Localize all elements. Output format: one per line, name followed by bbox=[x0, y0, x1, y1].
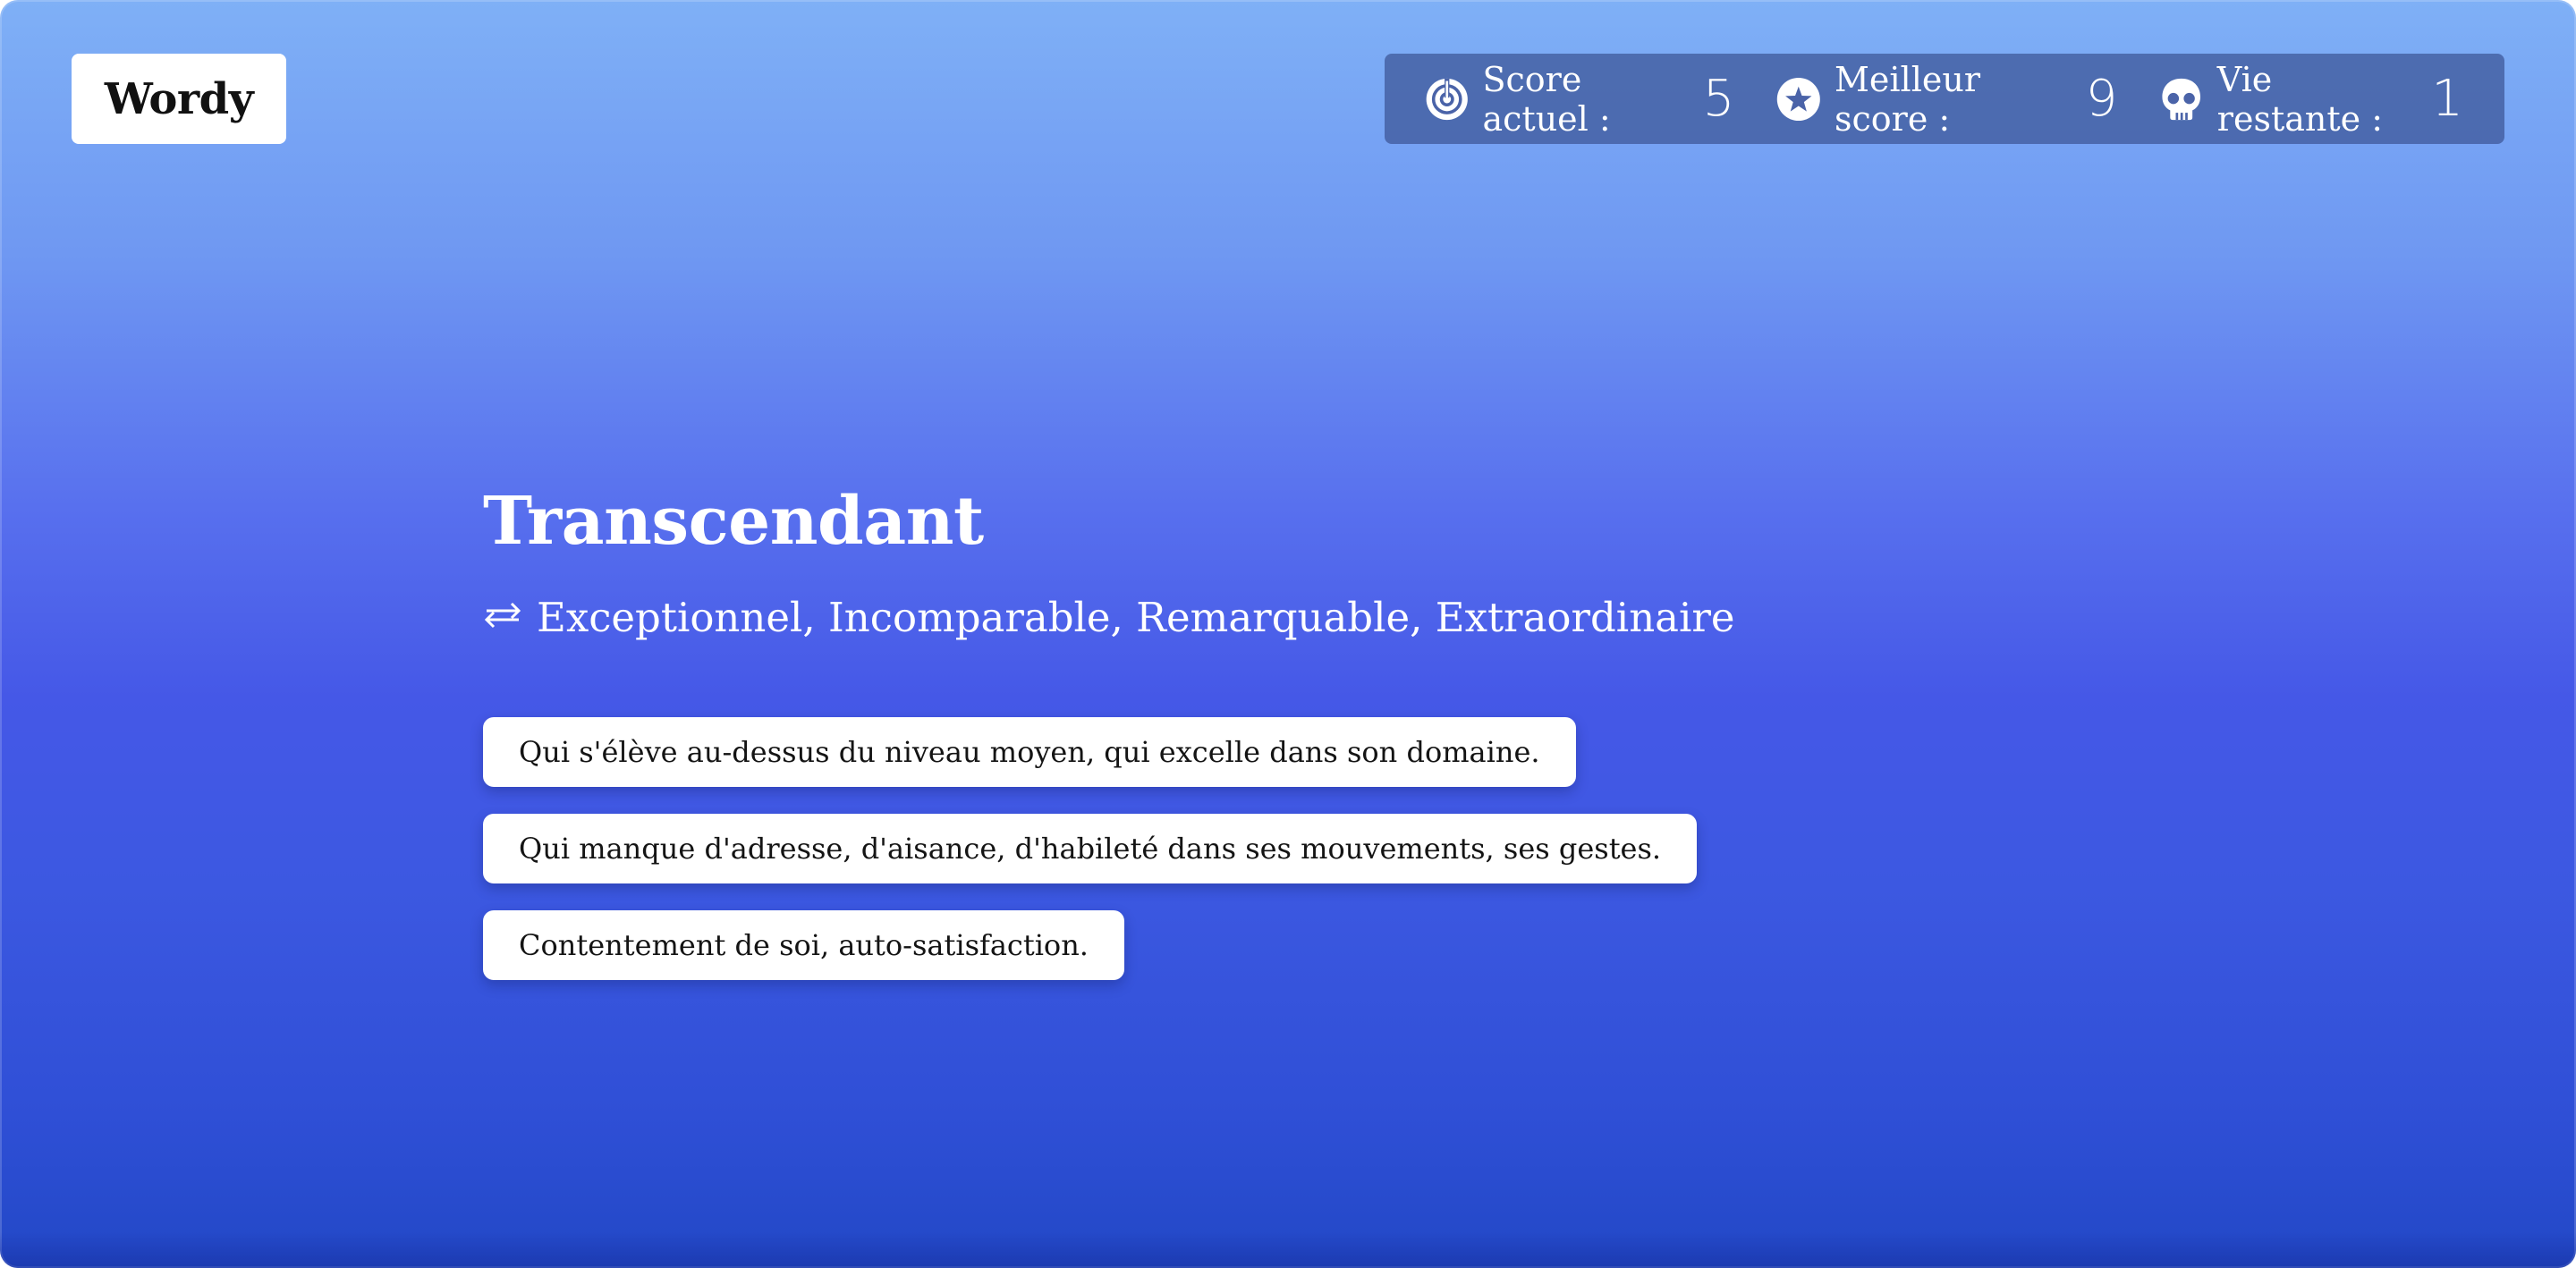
lives-remaining: Vie restante : 1 bbox=[2158, 60, 2463, 139]
game-screen: Wordy Score actuel : 5 Meilleur score : … bbox=[0, 0, 2576, 1268]
bottom-shade bbox=[0, 1232, 2576, 1268]
current-score-value: 5 bbox=[1702, 70, 1735, 128]
synonyms-line: Exceptionnel, Incomparable, Remarquable,… bbox=[483, 594, 1735, 641]
best-score: Meilleur score : 9 bbox=[1775, 60, 2117, 139]
lives-label: Vie restante : bbox=[2216, 59, 2383, 139]
answer-options: Qui s'élève au-dessus du niveau moyen, q… bbox=[483, 717, 1698, 1007]
best-score-value: 9 bbox=[2085, 70, 2118, 128]
star-icon bbox=[1777, 77, 1821, 121]
lives-value: 1 bbox=[2431, 70, 2463, 128]
app-logo[interactable]: Wordy bbox=[72, 54, 286, 144]
synonyms-text: Exceptionnel, Incomparable, Remarquable,… bbox=[537, 594, 1735, 641]
best-score-label: Meilleur score : bbox=[1835, 59, 1980, 139]
answer-option[interactable]: Qui s'élève au-dessus du niveau moyen, q… bbox=[483, 717, 1576, 787]
skull-icon bbox=[2162, 78, 2201, 120]
answer-option[interactable]: Contentement de soi, auto-satisfaction. bbox=[483, 910, 1124, 980]
swap-arrows-icon bbox=[484, 602, 521, 628]
question-word: Transcendant bbox=[483, 483, 984, 560]
answer-option[interactable]: Qui manque d'adresse, d'aisance, d'habil… bbox=[483, 814, 1698, 883]
target-icon bbox=[1426, 78, 1468, 120]
current-score-label: Score actuel : bbox=[1482, 59, 1611, 139]
current-score: Score actuel : 5 bbox=[1424, 60, 1734, 139]
score-bar: Score actuel : 5 Meilleur score : 9 Vie … bbox=[1385, 54, 2504, 144]
